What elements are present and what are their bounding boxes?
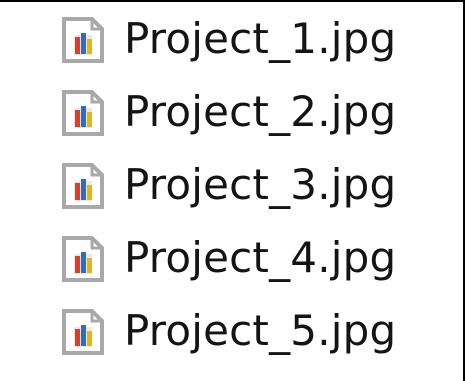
file-item-project-4[interactable]: Project_4.jpg <box>0 230 460 303</box>
file-item-project-2[interactable]: Project_2.jpg <box>0 84 460 157</box>
image-file-icon <box>62 17 104 63</box>
file-browser-panel: Project_1.jpg Project_2.jpg Project_3.jp… <box>0 0 465 381</box>
file-name: Project_3.jpg <box>124 160 397 209</box>
file-name: Project_4.jpg <box>124 233 397 282</box>
file-name: Project_5.jpg <box>124 306 397 355</box>
file-list: Project_1.jpg Project_2.jpg Project_3.jp… <box>0 11 460 376</box>
file-item-project-5[interactable]: Project_5.jpg <box>0 303 460 376</box>
file-item-project-1[interactable]: Project_1.jpg <box>0 11 460 84</box>
image-file-icon <box>62 163 104 209</box>
image-file-icon <box>62 90 104 136</box>
image-file-icon <box>62 309 104 355</box>
file-name: Project_2.jpg <box>124 87 397 136</box>
file-name: Project_1.jpg <box>124 14 397 63</box>
file-item-project-3[interactable]: Project_3.jpg <box>0 157 460 230</box>
image-file-icon <box>62 236 104 282</box>
